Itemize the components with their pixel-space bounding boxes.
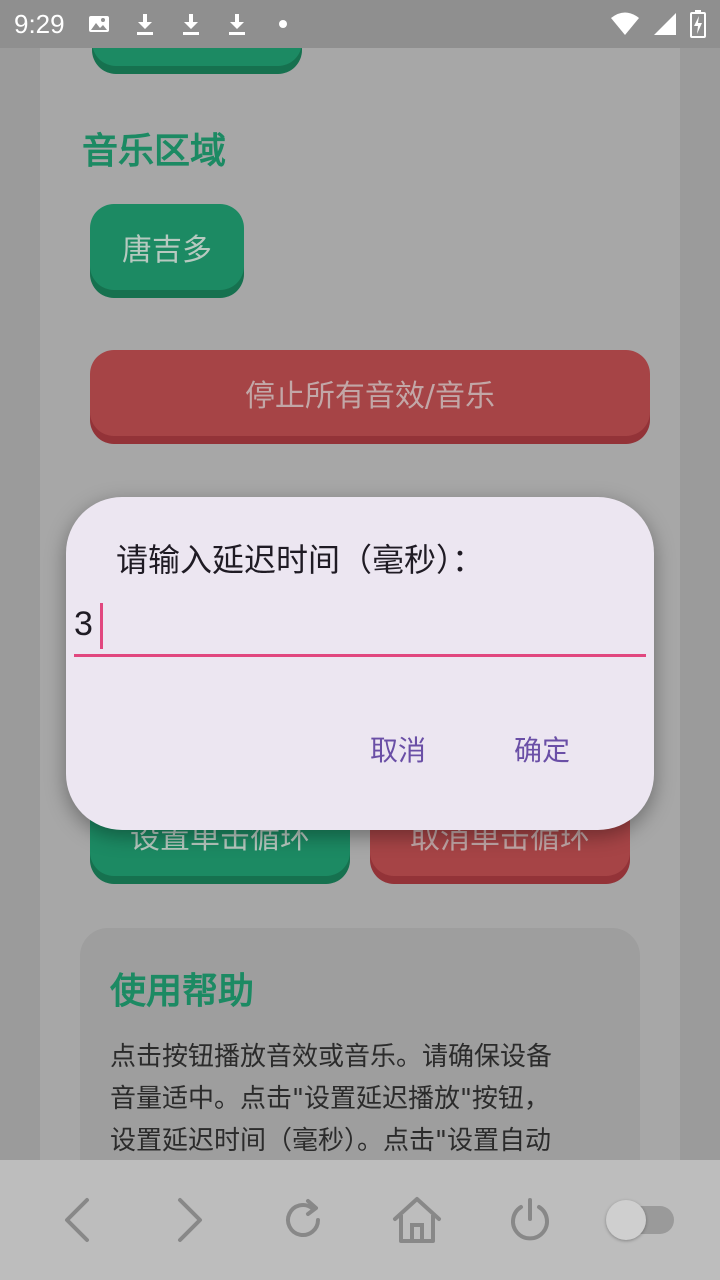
delay-input-field[interactable]: 3 (74, 597, 646, 657)
confirm-button[interactable]: 确定 (514, 729, 570, 769)
music-button-tangjiduo[interactable]: 唐吉多 (90, 204, 244, 290)
notification-icons (87, 12, 295, 36)
dot-icon (278, 20, 287, 28)
help-text-line: 点击按钮播放音效或音乐。请确保设备 (110, 1042, 553, 1072)
help-text: 点击按钮播放音效或音乐。请确保设备 音量适中。点击"设置延迟播放"按钮， 设置延… (110, 1036, 610, 1160)
download-icon (182, 14, 199, 35)
toggle-knob (606, 1200, 647, 1240)
back-icon (64, 1198, 89, 1242)
stop-all-button[interactable]: 停止所有音效/音乐 (90, 350, 650, 436)
system-icons (610, 10, 706, 38)
bottom-nav-bar (0, 1160, 720, 1280)
power-icon (510, 1198, 549, 1241)
toggle-switch[interactable] (606, 1185, 678, 1255)
power-button[interactable] (495, 1185, 565, 1255)
cancel-button[interactable]: 取消 (370, 729, 426, 769)
screen: 9:29 音乐区域 唐吉多 停止所有音效/音乐 设置单击循环 取消单击循环 使用… (0, 0, 720, 1280)
help-card: 使用帮助 点击按钮播放音效或音乐。请确保设备 音量适中。点击"设置延迟播放"按钮… (80, 928, 640, 1160)
refresh-icon (286, 1199, 321, 1237)
image-icon (88, 16, 109, 32)
forward-button[interactable] (155, 1185, 225, 1255)
battery-charging-icon (690, 10, 706, 38)
delay-input-value[interactable]: 3 (74, 605, 93, 651)
status-bar: 9:29 (0, 0, 720, 48)
text-caret (100, 603, 103, 649)
download-icon (228, 14, 245, 35)
download-icon (136, 14, 153, 35)
partial-top-button[interactable] (92, 48, 302, 66)
dialog-title: 请输入延迟时间（毫秒）： (116, 541, 485, 579)
refresh-button[interactable] (268, 1185, 338, 1255)
forward-icon (177, 1198, 202, 1242)
home-button[interactable] (382, 1185, 452, 1255)
delay-input-dialog: 请输入延迟时间（毫秒）： 3 取消 确定 (66, 497, 654, 830)
help-text-line: 音量适中。点击"设置延迟播放"按钮， (110, 1084, 550, 1114)
toggle-track (606, 1200, 675, 1240)
music-section-title: 音乐区域 (82, 131, 227, 172)
help-text-line: 设置延迟时间（毫秒）。点击"设置自动 (110, 1126, 551, 1156)
status-time: 9:29 (14, 8, 65, 39)
home-icon (392, 1197, 441, 1243)
wifi-icon (611, 12, 639, 35)
dialog-actions: 取消 确定 (370, 729, 570, 769)
back-button[interactable] (42, 1185, 112, 1255)
signal-icon (654, 13, 676, 35)
help-title: 使用帮助 (110, 971, 255, 1012)
